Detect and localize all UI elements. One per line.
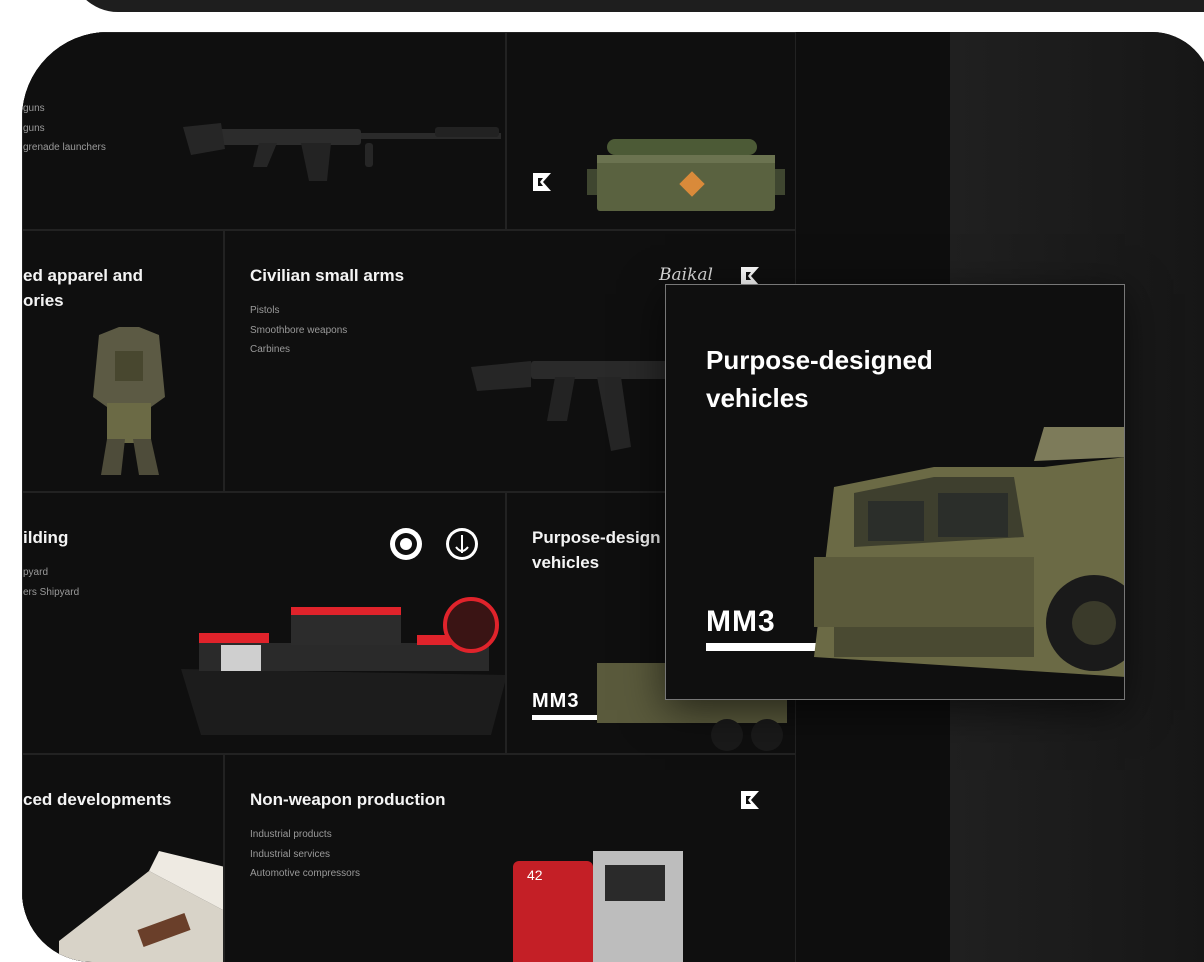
card-title: Non-weapon production bbox=[250, 790, 446, 809]
card-item: Smoothbore weapons bbox=[250, 324, 348, 336]
card-item: pyard bbox=[23, 567, 49, 578]
card-item: guns bbox=[23, 122, 45, 134]
card-non-weapon-production[interactable]: Non-weapon production Industrial product… bbox=[224, 754, 796, 962]
kalashnikov-logo-icon bbox=[533, 173, 551, 191]
card-military-guns[interactable]: guns guns grenade launchers bbox=[22, 32, 506, 230]
assault-rifle-image bbox=[183, 123, 501, 181]
carbine-image bbox=[471, 361, 671, 451]
card-title: ilding bbox=[23, 528, 69, 547]
card-ammunition[interactable] bbox=[506, 32, 796, 230]
armored-vehicle-image bbox=[814, 427, 1124, 677]
baikal-logo: Baikal bbox=[659, 265, 713, 285]
lathe-machine-image: 42 bbox=[513, 851, 683, 962]
top-device-bar bbox=[70, 0, 1204, 12]
card-item: Carbines bbox=[250, 344, 291, 355]
card-item: Pistols bbox=[250, 305, 280, 316]
card-item: Automotive compressors bbox=[250, 868, 361, 879]
card-title: Civilian small arms bbox=[250, 266, 405, 285]
card-title: ed apparel and ories bbox=[23, 266, 143, 310]
card-item: grenade launchers bbox=[23, 142, 106, 153]
card-items: Pistols Smoothbore weapons Carbines bbox=[250, 301, 347, 360]
card-title: Purpose-design vehicles bbox=[532, 528, 661, 572]
card-item: guns bbox=[23, 103, 45, 114]
interior-model-image bbox=[59, 851, 223, 962]
hovercraft-image bbox=[181, 597, 505, 735]
shipyard-emblem-icon bbox=[390, 528, 422, 560]
card-apparel[interactable]: ed apparel and ories bbox=[22, 230, 224, 492]
body-armor-image bbox=[93, 327, 165, 475]
kalashnikov-logo-icon bbox=[741, 791, 759, 809]
card-title: ced developments bbox=[23, 790, 172, 809]
card-item: Industrial products bbox=[250, 829, 332, 840]
anchor-emblem-icon bbox=[446, 528, 478, 560]
featured-card-vehicles[interactable]: Purpose-designed vehicles MM3 bbox=[665, 284, 1125, 700]
machine-number: 42 bbox=[527, 867, 543, 883]
card-item: Industrial services bbox=[250, 848, 331, 860]
card-shipbuilding[interactable]: ilding pyard ers Shipyard bbox=[22, 492, 506, 754]
card-items: guns guns grenade launchers bbox=[23, 99, 106, 158]
ammo-crate-image bbox=[587, 139, 785, 211]
card-items: pyard ers Shipyard bbox=[23, 563, 79, 602]
mmz-logo: MM3 bbox=[532, 691, 600, 720]
featured-card-title: Purpose-designed vehicles bbox=[706, 345, 933, 413]
card-advanced-developments[interactable]: ced developments bbox=[22, 754, 224, 962]
card-item: ers Shipyard bbox=[23, 586, 80, 598]
card-items: Industrial products Industrial services … bbox=[250, 825, 360, 884]
